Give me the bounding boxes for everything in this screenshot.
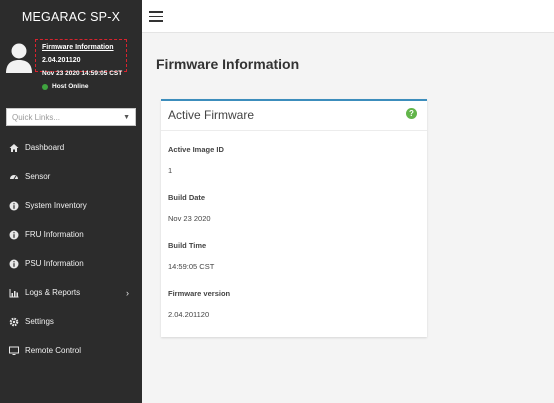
sidebar-item-settings[interactable]: Settings	[0, 307, 142, 336]
info-circle-icon	[9, 201, 19, 211]
home-icon	[9, 143, 19, 153]
firmware-version: 2.04.201120	[42, 57, 81, 64]
host-status-label: Host Online	[52, 83, 89, 90]
gear-icon	[9, 317, 19, 327]
caret-down-icon: ▼	[123, 113, 130, 121]
active-image-id-label: Active Image ID	[168, 145, 224, 154]
firmware-version-value: 2.04.201120	[168, 310, 210, 319]
sidebar-item-label: PSU Information	[25, 259, 84, 268]
sidebar-item-label: Sensor	[25, 172, 51, 181]
build-date-label: Build Date	[168, 193, 206, 202]
sidebar-item-system-inventory[interactable]: System Inventory	[0, 191, 142, 220]
build-time-value: 14:59:05 CST	[168, 262, 215, 271]
active-image-id-value: 1	[168, 166, 173, 175]
active-firmware-card: Active Firmware ? Active Image ID 1 Buil…	[161, 99, 427, 337]
quick-links-placeholder: Quick Links...	[12, 112, 61, 122]
user-panel: Firmware Information 2.04.201120 Nov 23 …	[0, 34, 142, 96]
info-circle-icon	[9, 230, 19, 240]
sidebar-item-label: Dashboard	[25, 143, 65, 152]
top-header	[142, 0, 554, 33]
brand-title: MEGARAC SP-X	[21, 10, 121, 24]
sidebar-item-psu-information[interactable]: PSU Information	[0, 249, 142, 278]
status-dot-icon	[42, 83, 48, 90]
build-time-label: Build Time	[168, 241, 207, 250]
sidebar-item-label: FRU Information	[25, 230, 84, 239]
sidebar-item-label: Settings	[25, 317, 54, 326]
chevron-right-icon: ›	[126, 287, 129, 298]
bar-chart-icon	[9, 288, 19, 298]
sidebar: MEGARAC SP-X Firmware Information 2.04.2…	[0, 0, 142, 403]
monitor-icon	[9, 346, 19, 356]
sidebar-item-label: System Inventory	[25, 201, 87, 210]
sidebar-item-fru-information[interactable]: FRU Information	[0, 220, 142, 249]
card-header: Active Firmware ?	[161, 101, 427, 131]
sidebar-nav: Dashboard Sensor System Inventory FRU In…	[0, 133, 142, 365]
firmware-information-link[interactable]: Firmware Information	[42, 44, 114, 51]
build-date-value: Nov 23 2020	[168, 214, 211, 223]
hamburger-menu-icon[interactable]	[149, 11, 163, 22]
gauge-icon	[9, 172, 19, 182]
user-avatar-icon	[6, 43, 32, 73]
info-circle-icon	[9, 259, 19, 269]
page-title: Firmware Information	[156, 56, 300, 72]
sidebar-item-dashboard[interactable]: Dashboard	[0, 133, 142, 162]
bmc-datetime: Nov 23 2020 14:59:05 CST	[42, 70, 123, 77]
quick-links-select[interactable]: Quick Links... ▼	[6, 108, 136, 126]
card-title: Active Firmware	[168, 108, 255, 122]
sidebar-item-label: Remote Control	[25, 346, 82, 355]
question-icon[interactable]: ?	[406, 108, 417, 119]
sidebar-item-sensor[interactable]: Sensor	[0, 162, 142, 191]
firmware-version-label: Firmware version	[168, 289, 231, 298]
sidebar-item-remote-control[interactable]: Remote Control	[0, 336, 142, 365]
main-content: Firmware Information Active Firmware ? A…	[142, 33, 554, 403]
sidebar-item-label: Logs & Reports	[25, 288, 81, 297]
host-status: Host Online	[42, 83, 88, 90]
sidebar-item-logs-reports[interactable]: Logs & Reports ›	[0, 278, 142, 307]
